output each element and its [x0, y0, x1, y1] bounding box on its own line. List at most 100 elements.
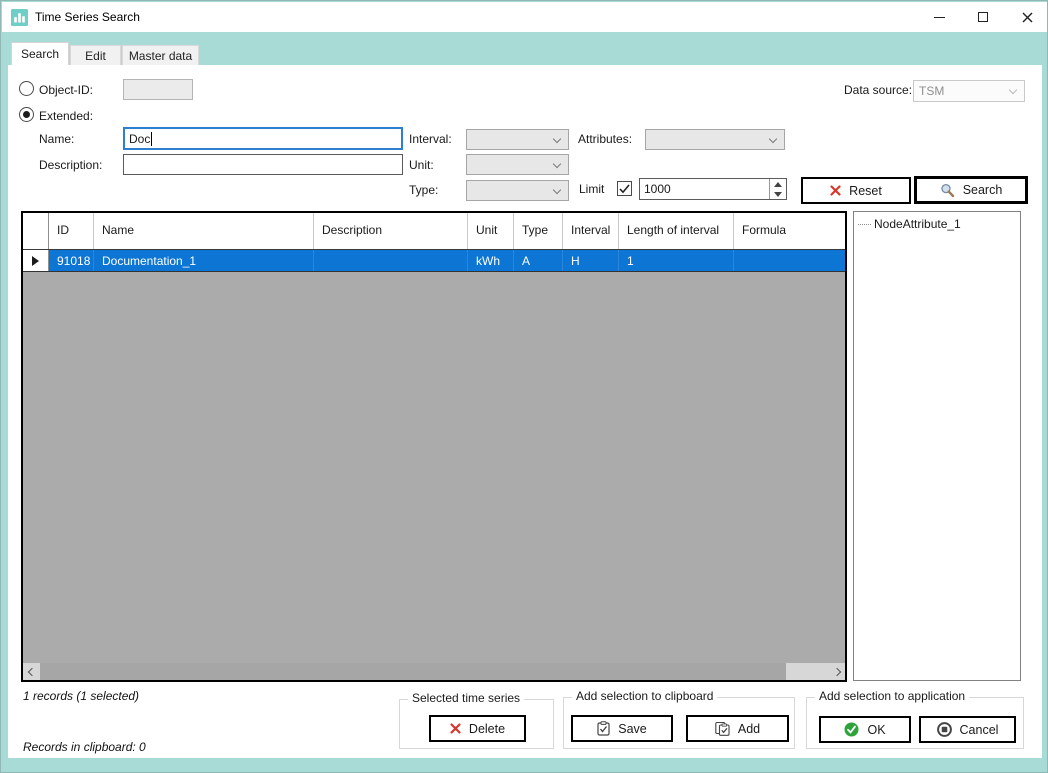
unit-label: Unit: — [409, 158, 434, 172]
delete-button[interactable]: Delete — [429, 715, 526, 742]
add-button-label: Add — [738, 722, 760, 736]
stop-icon — [937, 722, 952, 737]
type-label: Type: — [409, 183, 438, 197]
ok-button[interactable]: OK — [819, 716, 911, 743]
interval-label: Interval: — [409, 132, 452, 146]
scroll-right-button[interactable] — [828, 663, 845, 680]
records-status: 1 records (1 selected) — [23, 689, 139, 703]
tab-master-data-label: Master data — [129, 49, 192, 63]
maximize-icon — [978, 12, 988, 22]
horizontal-scrollbar[interactable] — [23, 663, 845, 680]
chevron-down-icon — [553, 160, 561, 168]
grid-header-formula[interactable]: Formula — [734, 213, 845, 249]
data-source-select[interactable]: TSM — [913, 80, 1025, 102]
table-row[interactable]: 91018 Documentation_1 kWh A H 1 — [23, 250, 845, 272]
limit-value: 1000 — [640, 179, 769, 199]
grid-header-type[interactable]: Type — [514, 213, 563, 249]
search-button[interactable]: Search — [914, 176, 1028, 204]
scroll-left-button[interactable] — [23, 663, 40, 680]
tab-master-data[interactable]: Master data — [122, 45, 199, 65]
row-marker-cell[interactable] — [23, 250, 49, 271]
red-x-icon — [450, 723, 461, 734]
cell-type[interactable]: A — [514, 250, 563, 271]
delete-button-label: Delete — [469, 722, 505, 736]
description-input[interactable] — [123, 154, 403, 175]
limit-spinner[interactable]: 1000 — [639, 178, 787, 200]
arrow-down-icon — [774, 192, 782, 197]
cell-id[interactable]: 91018 — [49, 250, 94, 271]
grid-header-interval[interactable]: Interval — [563, 213, 619, 249]
search-tab-content: Object-ID: Data source: TSM Extended: Na… — [8, 65, 1042, 758]
chevron-down-icon — [553, 186, 561, 194]
grid-header-marker[interactable] — [23, 213, 49, 249]
grid-header-length-of-interval[interactable]: Length of interval — [619, 213, 734, 249]
tab-search-label: Search — [21, 47, 59, 61]
name-label: Name: — [39, 132, 74, 146]
name-input-value: Doc — [129, 132, 150, 146]
minimize-icon — [934, 17, 945, 18]
cell-unit[interactable]: kWh — [468, 250, 514, 271]
clipboard-add-icon — [715, 721, 730, 736]
cell-length-of-interval[interactable]: 1 — [619, 250, 734, 271]
extended-radio[interactable] — [19, 107, 34, 122]
cell-interval[interactable]: H — [563, 250, 619, 271]
cell-name[interactable]: Documentation_1 — [94, 250, 314, 271]
cancel-button-label: Cancel — [960, 723, 999, 737]
type-select[interactable] — [466, 180, 569, 201]
chevron-right-icon — [832, 667, 840, 675]
limit-checkbox[interactable] — [617, 181, 632, 196]
object-id-field[interactable] — [123, 79, 193, 100]
app-bar-chart-icon — [11, 9, 28, 26]
close-icon — [1022, 12, 1033, 23]
interval-select[interactable] — [466, 129, 569, 150]
scrollbar-thumb[interactable] — [40, 663, 786, 680]
chevron-left-icon — [27, 667, 35, 675]
grid-empty-area — [23, 272, 845, 663]
data-source-label: Data source: — [844, 83, 912, 97]
unit-select[interactable] — [466, 154, 569, 175]
spinner-up-button[interactable] — [770, 179, 786, 189]
add-button[interactable]: Add — [686, 715, 789, 742]
attributes-select[interactable] — [645, 129, 785, 150]
chevron-down-icon — [1009, 86, 1017, 94]
magnifier-icon — [940, 183, 955, 198]
tab-search[interactable]: Search — [11, 42, 69, 65]
save-button[interactable]: Save — [571, 715, 673, 742]
spinner-down-button[interactable] — [770, 189, 786, 199]
tree-item-label: NodeAttribute_1 — [874, 217, 961, 231]
name-input[interactable]: Doc — [123, 127, 403, 150]
tree-item-nodeattribute[interactable]: NodeAttribute_1 — [858, 216, 1016, 232]
grid-header-unit[interactable]: Unit — [468, 213, 514, 249]
save-button-label: Save — [618, 722, 647, 736]
clipboard-status: Records in clipboard: 0 — [23, 740, 146, 754]
object-id-radio[interactable] — [19, 81, 34, 96]
tree-connector-icon — [858, 224, 871, 225]
radio-dot-icon — [23, 111, 30, 118]
check-icon — [619, 184, 630, 194]
grid-header-description[interactable]: Description — [314, 213, 468, 249]
cell-formula[interactable] — [734, 250, 845, 271]
red-x-icon — [830, 185, 841, 196]
maximize-button[interactable] — [966, 2, 1000, 32]
reset-button[interactable]: Reset — [801, 177, 911, 204]
clipboard-check-icon — [597, 721, 610, 736]
close-button[interactable] — [1010, 2, 1044, 32]
chevron-down-icon — [769, 135, 777, 143]
limit-label: Limit — [579, 182, 604, 196]
green-check-icon — [844, 722, 859, 737]
minimize-button[interactable] — [922, 2, 956, 32]
grid-header-row: ID Name Description Unit Type Interval L… — [23, 213, 845, 250]
cancel-button[interactable]: Cancel — [919, 716, 1016, 743]
tab-edit[interactable]: Edit — [70, 45, 121, 65]
chevron-down-icon — [553, 135, 561, 143]
tab-edit-label: Edit — [85, 49, 106, 63]
grid-header-id[interactable]: ID — [49, 213, 94, 249]
window-title: Time Series Search — [35, 10, 140, 24]
scrollbar-track[interactable] — [786, 663, 828, 680]
current-row-arrow-icon — [32, 256, 39, 266]
cell-description[interactable] — [314, 250, 468, 271]
grid-header-name[interactable]: Name — [94, 213, 314, 249]
data-source-value: TSM — [919, 84, 944, 98]
search-button-label: Search — [963, 183, 1003, 197]
spinner-buttons — [769, 179, 786, 199]
